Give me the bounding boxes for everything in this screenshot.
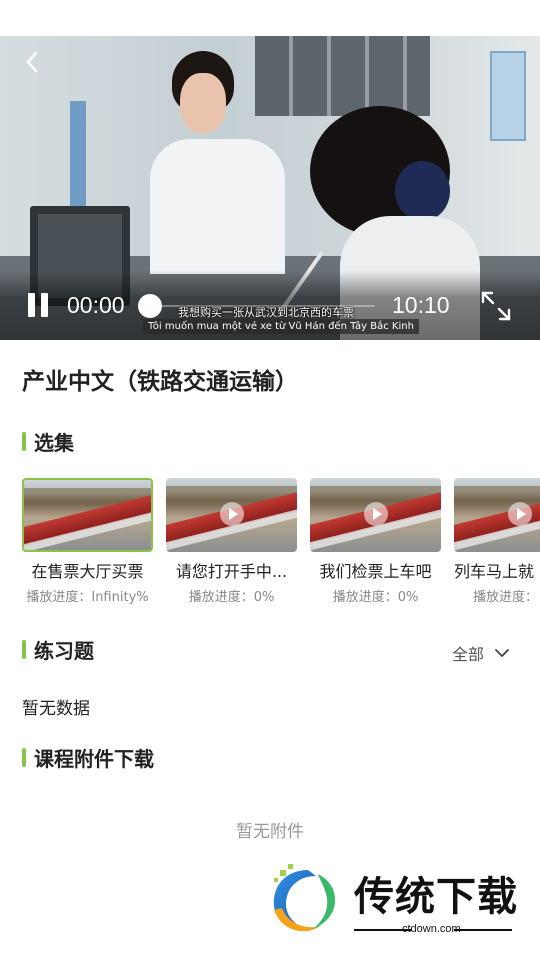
watermark: 传统下载 ctdown.com bbox=[268, 862, 518, 942]
watermark-logo-icon bbox=[273, 864, 336, 932]
exercises-empty-text: 暂无数据 bbox=[22, 699, 90, 719]
episode-item[interactable]: 我们检票上车吧 播放进度：0% bbox=[310, 478, 442, 605]
episode-item[interactable]: 请您打开手中... 播放进度：0% bbox=[166, 478, 298, 605]
episodes-section-header: 选集 bbox=[22, 427, 74, 456]
video-frame-poster bbox=[490, 51, 526, 141]
exercises-section-header: 练习题 bbox=[22, 635, 94, 664]
episode-title: 在售票大厅买票 bbox=[31, 562, 144, 581]
chevron-down-icon bbox=[495, 649, 509, 657]
episode-thumbnail bbox=[166, 478, 297, 552]
current-time: 00:00 bbox=[67, 292, 125, 318]
pause-icon bbox=[28, 293, 35, 317]
episode-progress: 播放进度：0% bbox=[188, 590, 275, 605]
episode-item[interactable]: 在售票大厅买票 播放进度：Infinity% bbox=[22, 478, 154, 605]
course-title: 产业中文（铁路交通运输） bbox=[22, 369, 298, 395]
status-bar bbox=[0, 0, 540, 36]
attachments-section-title: 课程附件下载 bbox=[34, 747, 154, 771]
video-frame-poster bbox=[70, 101, 86, 211]
exercises-section-title: 练习题 bbox=[34, 639, 94, 663]
episode-title: 列车马上就 bbox=[454, 562, 535, 581]
filter-label: 全部 bbox=[452, 645, 485, 664]
play-icon bbox=[508, 502, 532, 526]
exercise-filter-dropdown[interactable]: 全部 bbox=[452, 641, 510, 665]
seek-thumb[interactable] bbox=[138, 294, 162, 318]
attachments-section-header: 课程附件下载 bbox=[22, 743, 154, 772]
episode-title: 请您打开手中... bbox=[175, 562, 288, 581]
expand-icon bbox=[481, 291, 511, 321]
subtitle-chinese: 我想购买一张从武汉到北京西的车票 bbox=[178, 306, 354, 319]
fullscreen-button[interactable] bbox=[480, 290, 512, 322]
pause-icon bbox=[41, 293, 48, 317]
section-accent-bar bbox=[22, 432, 26, 451]
episode-progress: 播放进度： bbox=[473, 590, 539, 605]
back-button[interactable] bbox=[18, 48, 46, 76]
episode-thumbnail bbox=[310, 478, 441, 552]
attachments-empty-text: 暂无附件 bbox=[236, 822, 304, 842]
episode-progress: 播放进度：0% bbox=[332, 590, 419, 605]
video-frame-ticket-clerk bbox=[150, 51, 285, 274]
section-accent-bar bbox=[22, 640, 26, 659]
episode-list[interactable]: 在售票大厅买票 播放进度：Infinity% 请您打开手中... 播放进度：0%… bbox=[0, 478, 540, 608]
watermark-divider bbox=[454, 929, 512, 931]
play-icon bbox=[364, 502, 388, 526]
episode-progress: 播放进度：Infinity% bbox=[26, 590, 149, 605]
video-player[interactable]: 00:00 10:10 我想购买一张从武汉到北京西的车票 Tôi muốn mu… bbox=[0, 36, 540, 340]
pause-button[interactable] bbox=[26, 292, 52, 318]
total-time: 10:10 bbox=[392, 292, 450, 318]
chevron-left-icon bbox=[26, 51, 38, 73]
episode-item[interactable]: 列车马上就 播放进度： bbox=[454, 478, 540, 605]
watermark-url: ctdown.com bbox=[402, 923, 461, 935]
subtitle-vietnamese: Tôi muốn mua một vé xe từ Vũ Hán đến Tây… bbox=[143, 319, 419, 334]
watermark-brand: 传统下载 bbox=[354, 874, 518, 920]
episode-thumbnail bbox=[22, 478, 153, 552]
episodes-section-title: 选集 bbox=[34, 431, 74, 455]
section-accent-bar bbox=[22, 748, 26, 767]
play-icon bbox=[220, 502, 244, 526]
episode-title: 我们检票上车吧 bbox=[319, 562, 432, 581]
episode-thumbnail bbox=[454, 478, 540, 552]
